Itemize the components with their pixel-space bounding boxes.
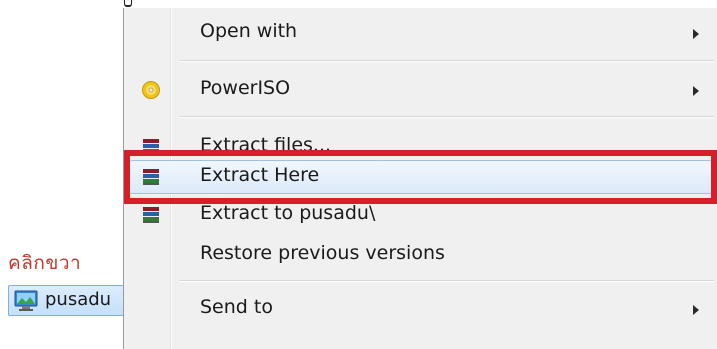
submenu-arrow-icon [693, 29, 699, 39]
winrar-books-icon [143, 207, 159, 223]
poweriso-disc-icon [142, 81, 160, 99]
file-name[interactable]: pusadu [45, 289, 123, 310]
menu-item-label: Send to [200, 296, 273, 318]
submenu-arrow-icon [693, 86, 699, 96]
file-icon[interactable] [14, 289, 40, 311]
cursor-fragment [124, 0, 132, 7]
menu-item-label: Extract to pusadu\ [200, 202, 376, 224]
menu-item-send-to[interactable]: Send to [127, 290, 717, 328]
menu-item-open-with[interactable]: Open with [127, 14, 717, 52]
menu-separator [179, 280, 714, 282]
menu-item-poweriso[interactable]: PowerISO [127, 71, 717, 109]
menu-item-restore-previous-versions[interactable]: Restore previous versions [127, 236, 717, 274]
menu-item-label: PowerISO [200, 77, 291, 99]
menu-item-label: Restore previous versions [200, 242, 445, 264]
menu-item-label: Open with [200, 20, 298, 42]
annotation-highlight-box [124, 150, 717, 204]
menu-separator [179, 116, 714, 118]
menu-separator [179, 60, 714, 62]
annotation-note: คลิกขวา [8, 252, 82, 274]
context-menu: Open with PowerISO Extract files... Extr… [123, 8, 717, 349]
submenu-arrow-icon [693, 305, 699, 315]
